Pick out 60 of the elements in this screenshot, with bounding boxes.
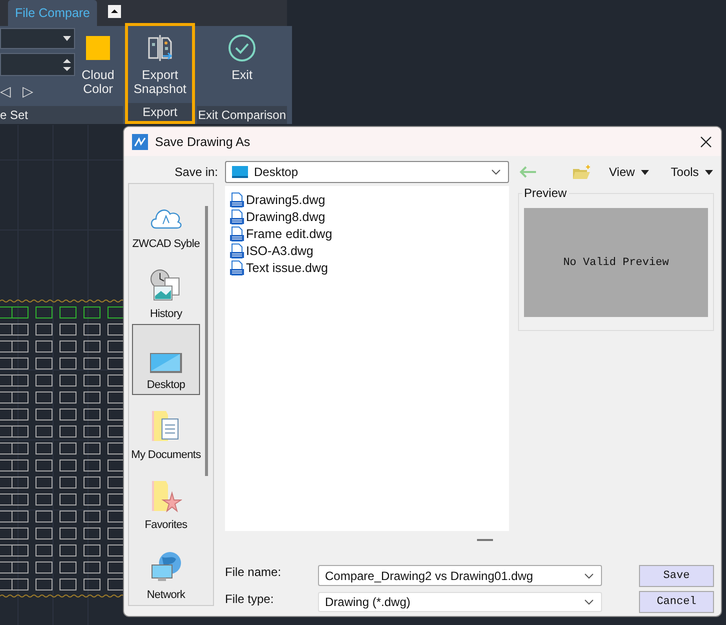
- network-icon: [150, 551, 182, 584]
- spinner-arrows-icon: [63, 58, 71, 72]
- dwg-file-icon: [229, 242, 245, 258]
- favorites-icon: [150, 478, 182, 513]
- cancel-button[interactable]: Cancel: [639, 591, 714, 613]
- group-label: Export: [128, 103, 192, 121]
- spinner-field[interactable]: [0, 53, 75, 76]
- file-item[interactable]: Drawing8.dwg: [225, 208, 326, 225]
- desktop-icon: [150, 352, 182, 373]
- preview-message: No Valid Preview: [563, 256, 669, 268]
- dwg-file-icon: [229, 208, 245, 224]
- file-item[interactable]: Frame edit.dwg: [225, 225, 332, 242]
- place-item[interactable]: My Documents: [129, 394, 203, 465]
- dropdown-arrow-icon: [704, 170, 713, 174]
- save-button[interactable]: Save: [639, 564, 714, 586]
- dropdown-arrow-icon: [63, 36, 71, 41]
- dialog-title: Save Drawing As: [155, 134, 252, 148]
- dwg-file-icon: [229, 260, 245, 276]
- swatch-icon: [86, 36, 110, 60]
- new-folder-icon[interactable]: [573, 165, 591, 179]
- place-item[interactable]: ZWCAD Syble: [129, 184, 203, 254]
- file-name-field[interactable]: Compare_Drawing2 vs Drawing01.dwg: [318, 565, 602, 586]
- back-arrow-icon[interactable]: [519, 166, 537, 178]
- view-menu[interactable]: View: [609, 165, 635, 179]
- desktop-icon: [232, 166, 248, 178]
- file-item[interactable]: Drawing5.dwg: [225, 191, 326, 208]
- collapse-icon[interactable]: [108, 5, 121, 18]
- place-item[interactable]: Network: [129, 534, 203, 605]
- exit-button[interactable]: Exit: [197, 26, 287, 106]
- tools-menu[interactable]: Tools: [670, 165, 699, 179]
- dropdown-field[interactable]: [0, 28, 75, 49]
- file-type-dropdown[interactable]: Drawing (*.dwg): [318, 592, 602, 612]
- dropdown-arrow-icon: [640, 170, 649, 174]
- check-circle-icon: [228, 34, 256, 62]
- ribbon-tab[interactable]: File Compare: [8, 0, 97, 26]
- export-snapshot-button[interactable]: Export Snapshot: [128, 26, 192, 106]
- field-label: File name:: [225, 565, 282, 579]
- scrollbar[interactable]: [205, 206, 208, 476]
- dwg-file-icon: [229, 192, 245, 208]
- chevron-down-icon: [584, 599, 594, 605]
- file-item[interactable]: ISO-A3.dwg: [225, 242, 314, 259]
- chevron-down-icon: [584, 572, 594, 578]
- cloud-color-button[interactable]: Cloud Color: [75, 26, 121, 106]
- app-icon: [132, 134, 148, 150]
- save-in-dropdown[interactable]: Desktop: [225, 161, 509, 183]
- next-button[interactable]: ▷: [22, 83, 34, 99]
- snapshot-icon: [146, 34, 174, 62]
- group-title: Preview: [522, 186, 569, 200]
- save-in-label: Save in:: [174, 164, 219, 181]
- file-item[interactable]: Text issue.dwg: [225, 259, 328, 276]
- group-label: e Set: [0, 106, 123, 124]
- close-icon[interactable]: [700, 136, 712, 148]
- field-label: File type:: [225, 592, 275, 606]
- place-item[interactable]: Desktop: [132, 324, 200, 395]
- place-item[interactable]: Favorites: [129, 464, 203, 535]
- chevron-down-icon: [491, 169, 501, 175]
- group-label: Exit Comparison: [197, 106, 287, 124]
- dwg-file-icon: [229, 226, 245, 242]
- place-item[interactable]: History: [129, 254, 203, 324]
- previous-button[interactable]: ◁: [0, 83, 10, 99]
